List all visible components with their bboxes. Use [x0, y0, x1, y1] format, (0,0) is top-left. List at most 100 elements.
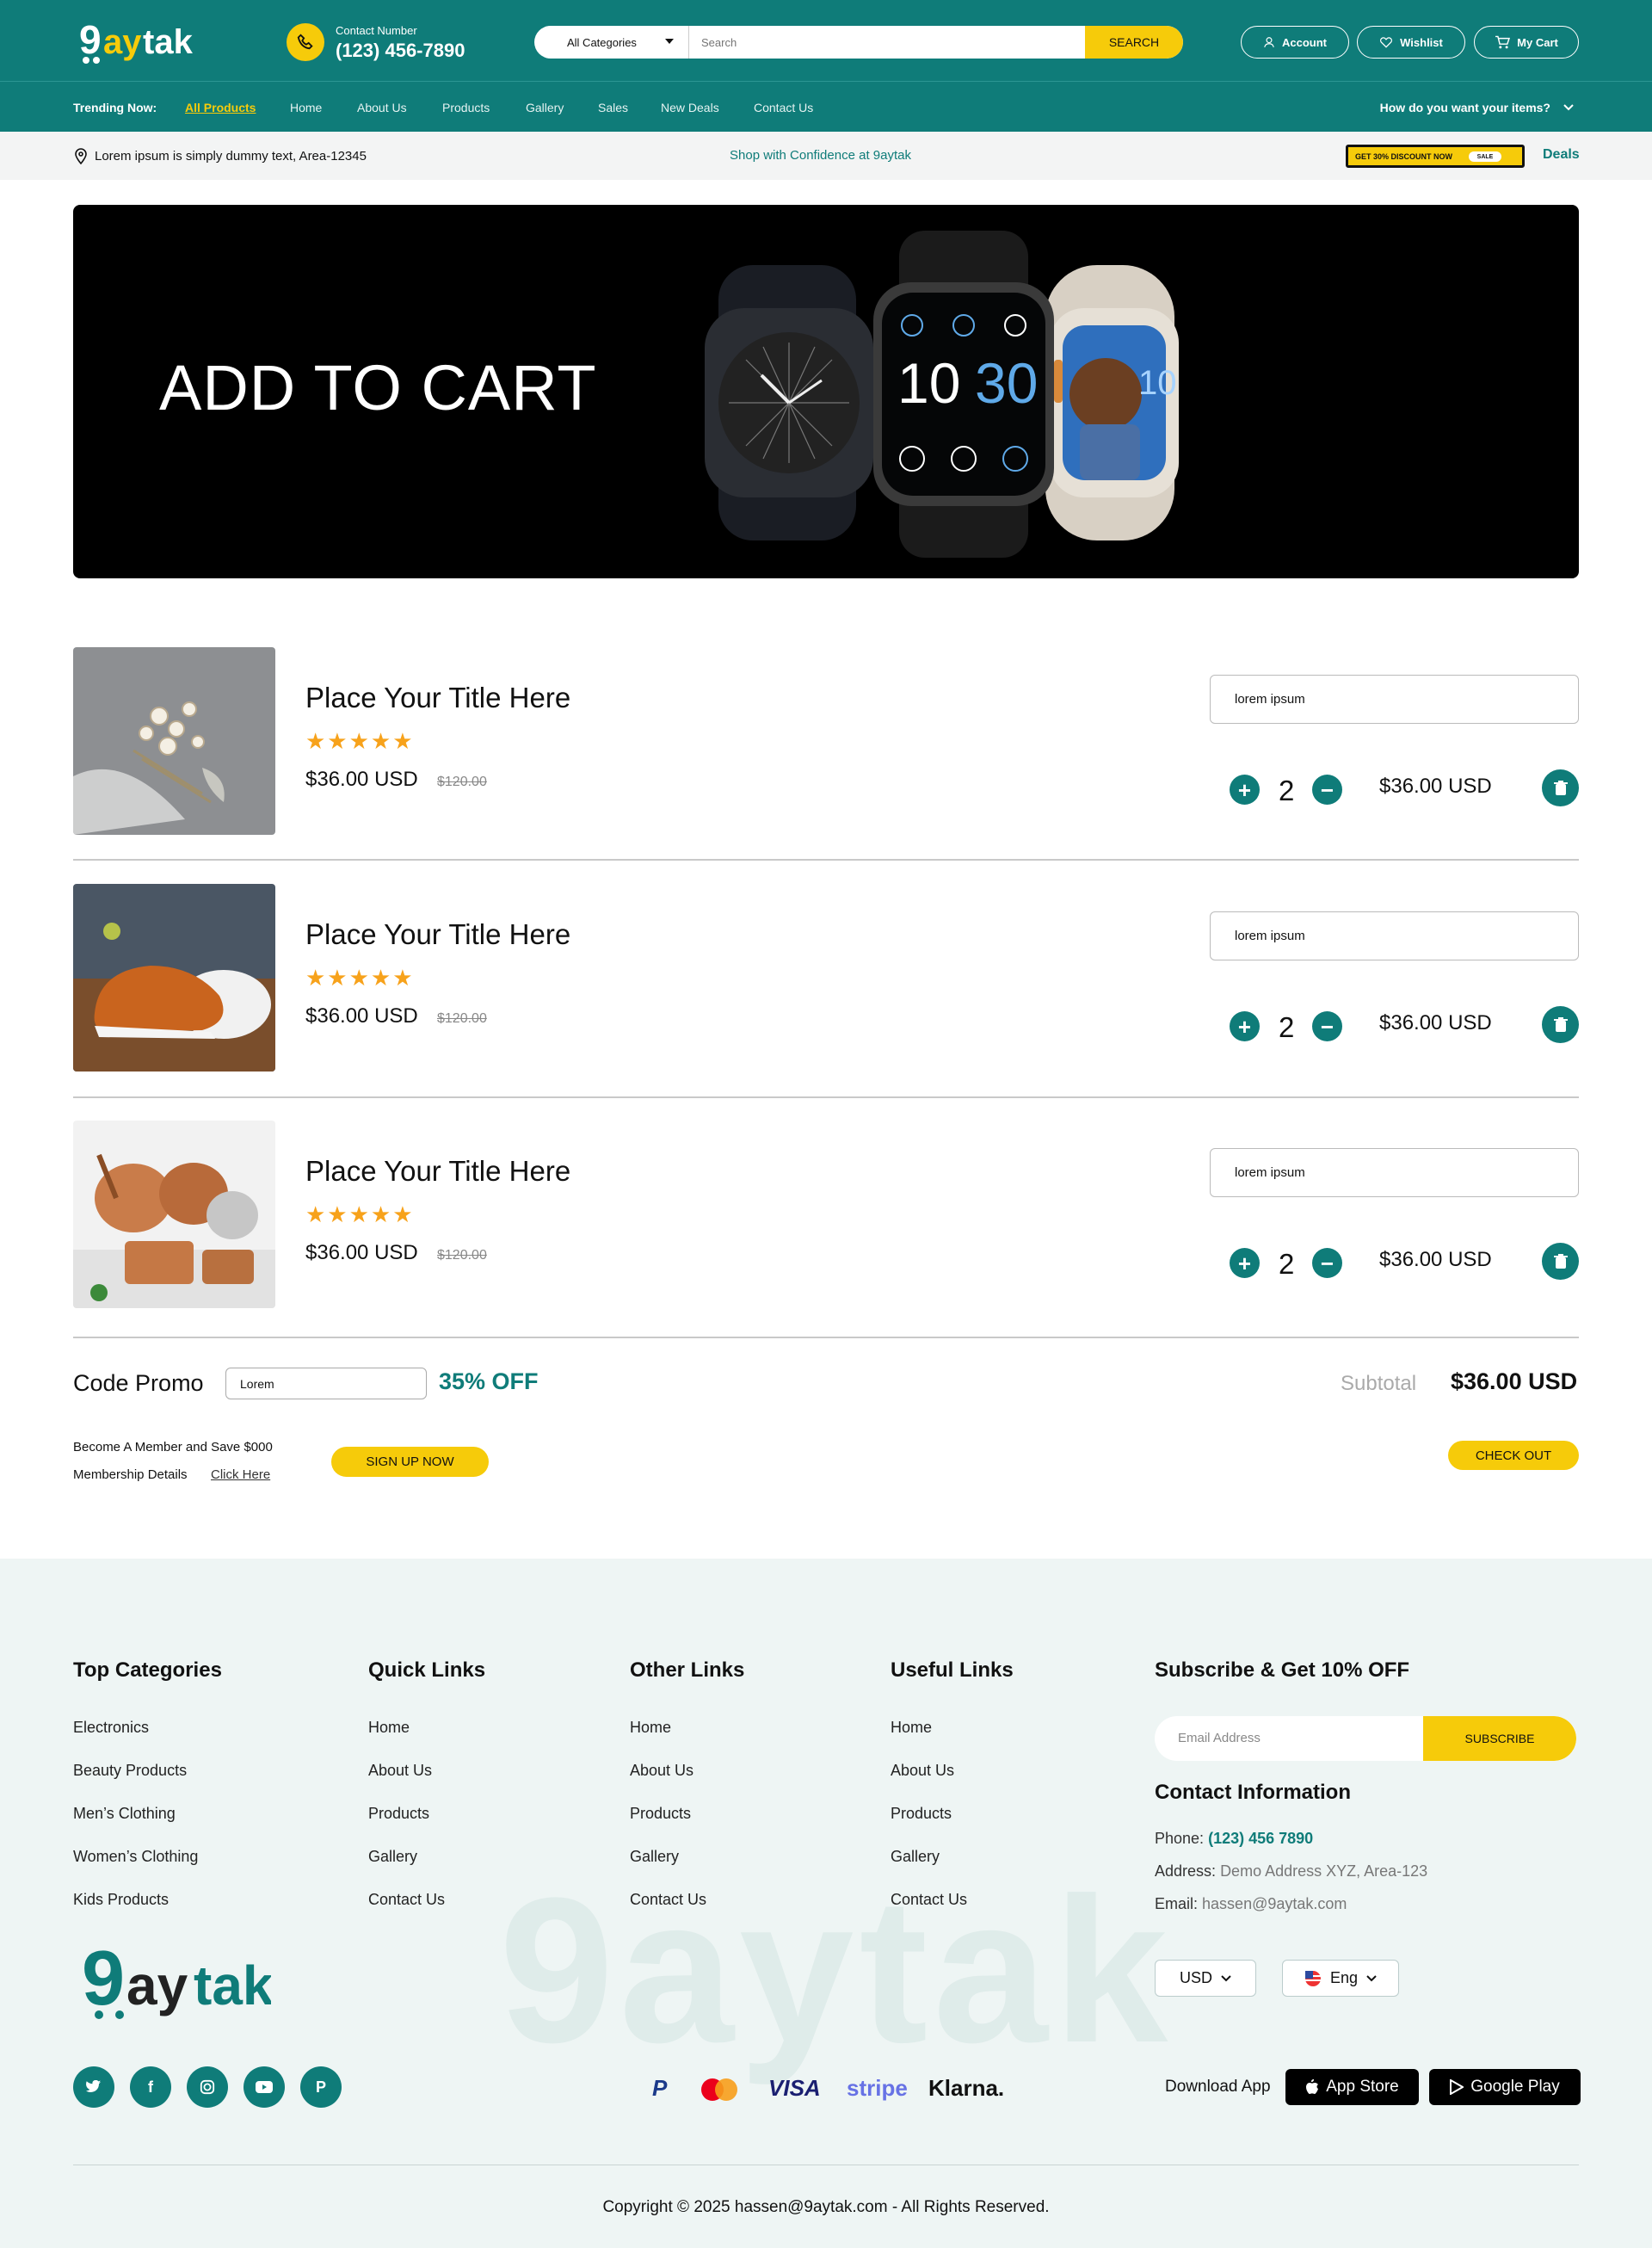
footer-link[interactable]: Kids Products: [73, 1891, 169, 1909]
cart-item: Place Your Title Here ★★★★★ $36.00 USD $…: [73, 884, 1579, 1073]
checkout-button[interactable]: CHECK OUT: [1448, 1441, 1579, 1470]
contact-number[interactable]: (123) 456-7890: [336, 40, 465, 62]
download-app-label: Download App: [1165, 2078, 1271, 2096]
membership-link[interactable]: Click Here: [211, 1467, 270, 1482]
option-input[interactable]: lorem ipsum: [1210, 911, 1579, 960]
footer-link[interactable]: Gallery: [891, 1848, 940, 1866]
location-pin-icon: [75, 148, 87, 164]
nav-sales[interactable]: Sales: [598, 101, 628, 114]
old-price: $120.00: [437, 1011, 487, 1026]
currency-select[interactable]: USD: [1155, 1960, 1256, 1997]
footer-link[interactable]: About Us: [891, 1762, 954, 1780]
banner-title: ADD TO CART: [159, 352, 597, 423]
option-input[interactable]: lorem ipsum: [1210, 675, 1579, 724]
delete-button[interactable]: [1542, 769, 1579, 806]
plus-icon: +: [1237, 1013, 1252, 1040]
pinterest-icon[interactable]: P: [300, 2066, 342, 2108]
minus-button[interactable]: −: [1312, 775, 1342, 805]
minus-button[interactable]: −: [1312, 1248, 1342, 1278]
quick-links-title: Quick Links: [368, 1658, 486, 1682]
top-header: 9 9aytak ay tak Contact Number (123) 456…: [0, 0, 1652, 81]
svg-text:10: 10: [1138, 364, 1177, 402]
footer-link[interactable]: About Us: [630, 1762, 693, 1780]
nav-contact-us[interactable]: Contact Us: [754, 101, 813, 114]
app-store-button[interactable]: App Store: [1285, 2069, 1419, 2105]
footer-link[interactable]: Women’s Clothing: [73, 1848, 198, 1866]
cart-button[interactable]: My Cart: [1474, 26, 1579, 59]
instagram-icon[interactable]: [187, 2066, 228, 2108]
google-play-button[interactable]: Google Play: [1429, 2069, 1581, 2105]
product-title[interactable]: Place Your Title Here: [305, 918, 570, 951]
row-divider: [73, 859, 1579, 861]
account-button[interactable]: Account: [1241, 26, 1349, 59]
contact-email: Email: hassen@9aytak.com: [1155, 1895, 1347, 1913]
footer-logo[interactable]: 9 ay tak: [82, 1937, 271, 2023]
brand-logo[interactable]: 9 9aytak ay tak: [77, 15, 198, 67]
app-store-label: App Store: [1326, 2078, 1399, 2096]
nav-about-us[interactable]: About Us: [357, 101, 407, 114]
minus-button[interactable]: −: [1312, 1011, 1342, 1041]
footer-link[interactable]: Gallery: [630, 1848, 679, 1866]
footer-link[interactable]: Contact Us: [368, 1891, 445, 1909]
product-title[interactable]: Place Your Title Here: [305, 1155, 570, 1188]
hero-banner: ADD TO CART 10 10 30: [73, 205, 1579, 578]
footer-link[interactable]: Home: [891, 1719, 932, 1737]
footer-link[interactable]: Home: [368, 1719, 410, 1737]
svg-text:tak: tak: [143, 23, 194, 61]
nav-home[interactable]: Home: [290, 101, 322, 114]
email-value[interactable]: hassen@9aytak.com: [1202, 1895, 1347, 1912]
sign-up-button[interactable]: SIGN UP NOW: [331, 1447, 489, 1477]
product-title[interactable]: Place Your Title Here: [305, 682, 570, 714]
old-price: $120.00: [437, 775, 487, 789]
delivery-dropdown[interactable]: How do you want your items?: [1380, 101, 1575, 114]
plus-icon: +: [1237, 1250, 1252, 1276]
delete-button[interactable]: [1542, 1243, 1579, 1280]
delete-button[interactable]: [1542, 1006, 1579, 1043]
minus-icon: −: [1320, 1013, 1335, 1040]
product-price: $36.00 USD: [305, 768, 418, 791]
line-price: $36.00 USD: [1379, 1011, 1492, 1034]
language-select[interactable]: Eng: [1282, 1960, 1399, 1997]
footer-link[interactable]: Contact Us: [630, 1891, 706, 1909]
info-bar: Lorem ipsum is simply dummy text, Area-1…: [0, 132, 1652, 180]
footer-link[interactable]: Electronics: [73, 1719, 149, 1737]
paypal-logo: P: [652, 2075, 668, 2101]
visa-logo: VISA: [768, 2075, 821, 2101]
subscribe-button[interactable]: SUBSCRIBE: [1423, 1716, 1576, 1761]
facebook-icon[interactable]: f: [130, 2066, 171, 2108]
location[interactable]: Lorem ipsum is simply dummy text, Area-1…: [74, 147, 367, 164]
footer-link[interactable]: Beauty Products: [73, 1762, 187, 1780]
nav-products[interactable]: Products: [442, 101, 490, 114]
deals-link[interactable]: Deals: [1543, 147, 1580, 163]
footer-link[interactable]: About Us: [368, 1762, 432, 1780]
currency-label: USD: [1179, 1969, 1212, 1986]
promo-code-input[interactable]: Lorem: [225, 1368, 427, 1399]
search-input[interactable]: [698, 26, 1068, 59]
footer-link[interactable]: Products: [630, 1805, 691, 1823]
quantity: 2: [1279, 775, 1295, 806]
email-input[interactable]: Email Address: [1178, 1731, 1261, 1745]
footer-link[interactable]: Products: [891, 1805, 952, 1823]
play-icon: [1450, 2079, 1464, 2095]
footer-link[interactable]: Gallery: [368, 1848, 417, 1866]
search-button[interactable]: SEARCH: [1085, 26, 1183, 59]
nav-all-products[interactable]: All Products: [185, 101, 256, 114]
delivery-label: How do you want your items?: [1379, 101, 1550, 114]
twitter-icon[interactable]: [73, 2066, 114, 2108]
plus-button[interactable]: +: [1230, 775, 1260, 805]
language-label: Eng: [1329, 1969, 1359, 1986]
nav-new-deals[interactable]: New Deals: [661, 101, 719, 114]
option-input[interactable]: lorem ipsum: [1210, 1148, 1579, 1197]
discount-badge[interactable]: GET 30% DISCOUNT NOW SALE: [1346, 145, 1525, 168]
footer-link[interactable]: Contact Us: [891, 1891, 967, 1909]
plus-button[interactable]: +: [1230, 1011, 1260, 1041]
footer-watermark: 9aytak: [499, 1855, 1174, 2085]
phone-value[interactable]: (123) 456 7890: [1208, 1830, 1313, 1847]
footer-link[interactable]: Men’s Clothing: [73, 1805, 176, 1823]
nav-gallery[interactable]: Gallery: [526, 101, 564, 114]
youtube-icon[interactable]: [243, 2066, 285, 2108]
wishlist-button[interactable]: Wishlist: [1357, 26, 1465, 59]
plus-button[interactable]: +: [1230, 1248, 1260, 1278]
footer-link[interactable]: Home: [630, 1719, 671, 1737]
footer-link[interactable]: Products: [368, 1805, 429, 1823]
